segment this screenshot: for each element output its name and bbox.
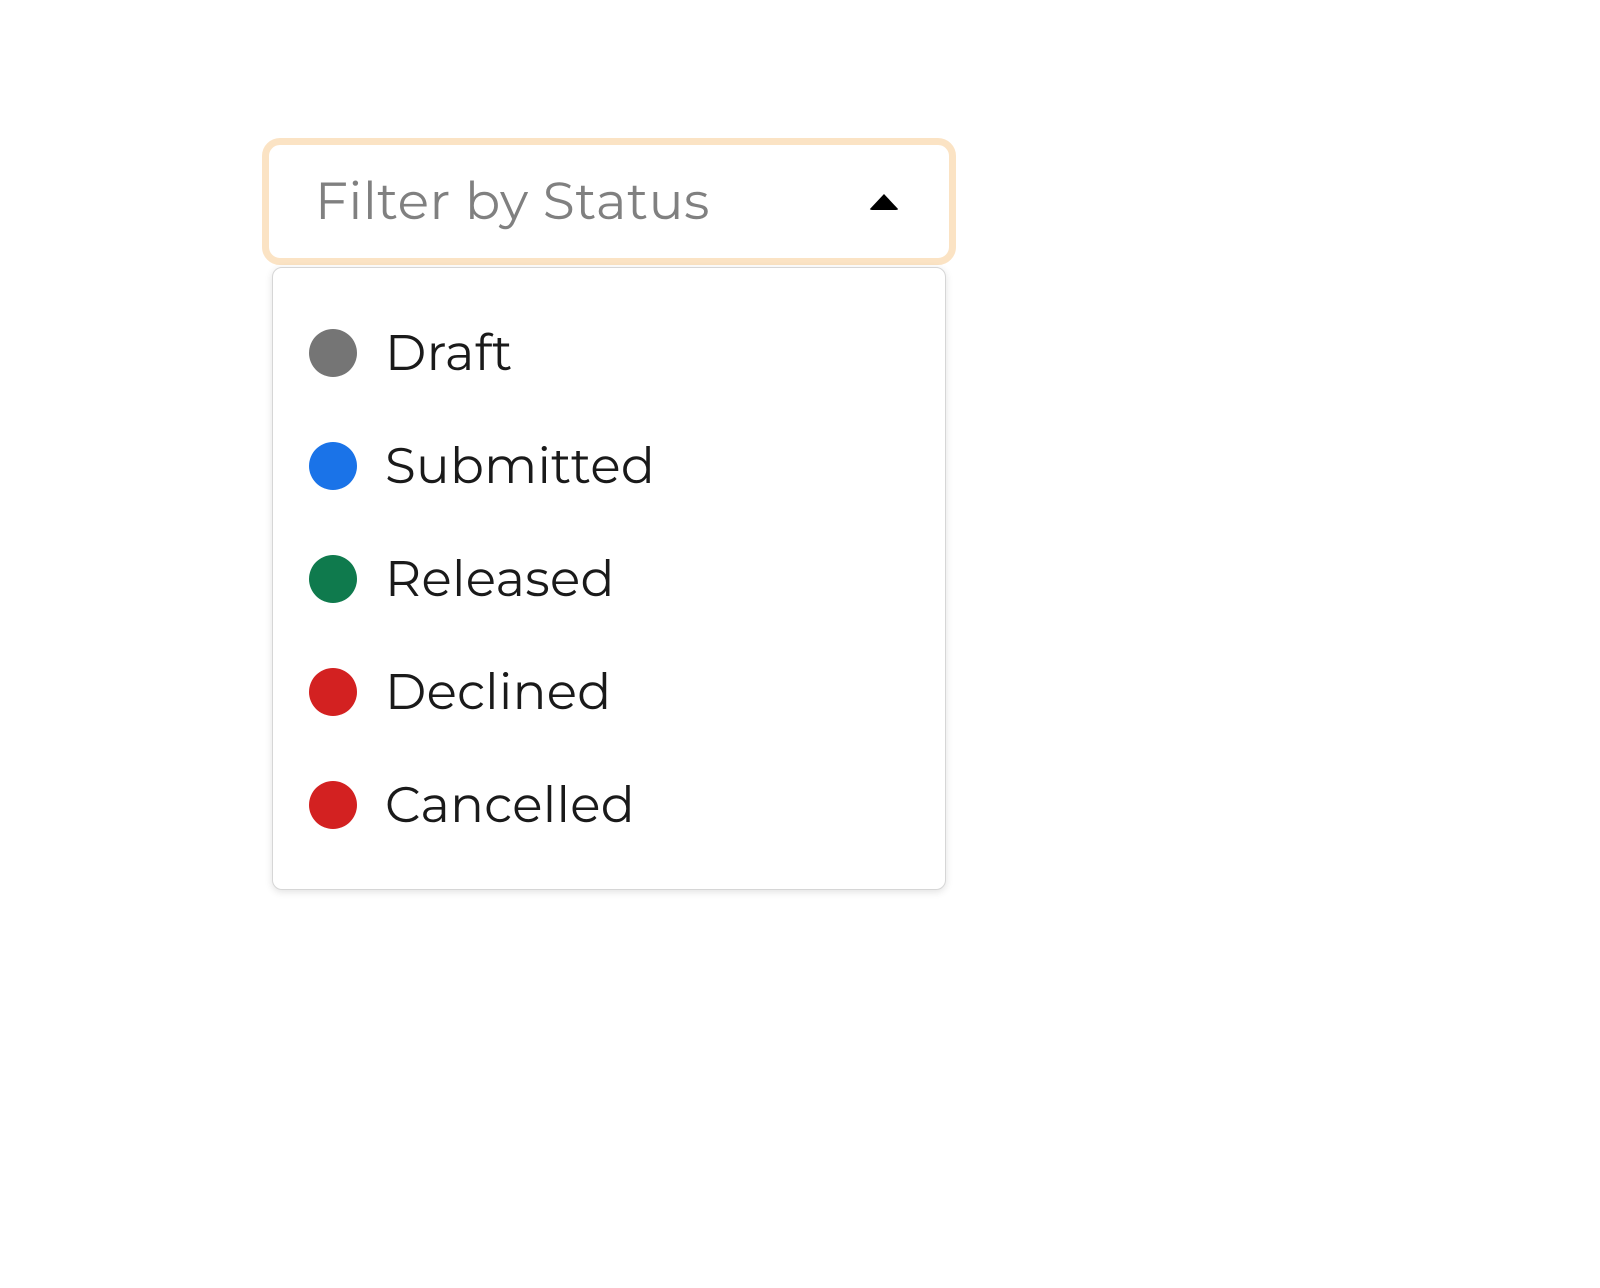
dropdown-placeholder-label: Filter by Status (315, 170, 710, 233)
status-dot-icon (309, 329, 357, 377)
option-label: Cancelled (385, 774, 635, 835)
option-draft[interactable]: Draft (273, 296, 945, 409)
option-cancelled[interactable]: Cancelled (273, 748, 945, 861)
option-label: Draft (385, 322, 513, 383)
status-dot-icon (309, 668, 357, 716)
dropdown-menu: Draft Submitted Released Declined Cancel… (272, 267, 946, 890)
caret-up-icon (869, 194, 899, 210)
option-declined[interactable]: Declined (273, 635, 945, 748)
status-dot-icon (309, 555, 357, 603)
status-filter-dropdown: Filter by Status Draft Submitted Release… (262, 138, 956, 890)
dropdown-trigger[interactable]: Filter by Status (262, 138, 956, 265)
option-submitted[interactable]: Submitted (273, 409, 945, 522)
option-label: Submitted (385, 435, 655, 496)
option-label: Released (385, 548, 615, 609)
option-released[interactable]: Released (273, 522, 945, 635)
option-label: Declined (385, 661, 611, 722)
status-dot-icon (309, 781, 357, 829)
status-dot-icon (309, 442, 357, 490)
